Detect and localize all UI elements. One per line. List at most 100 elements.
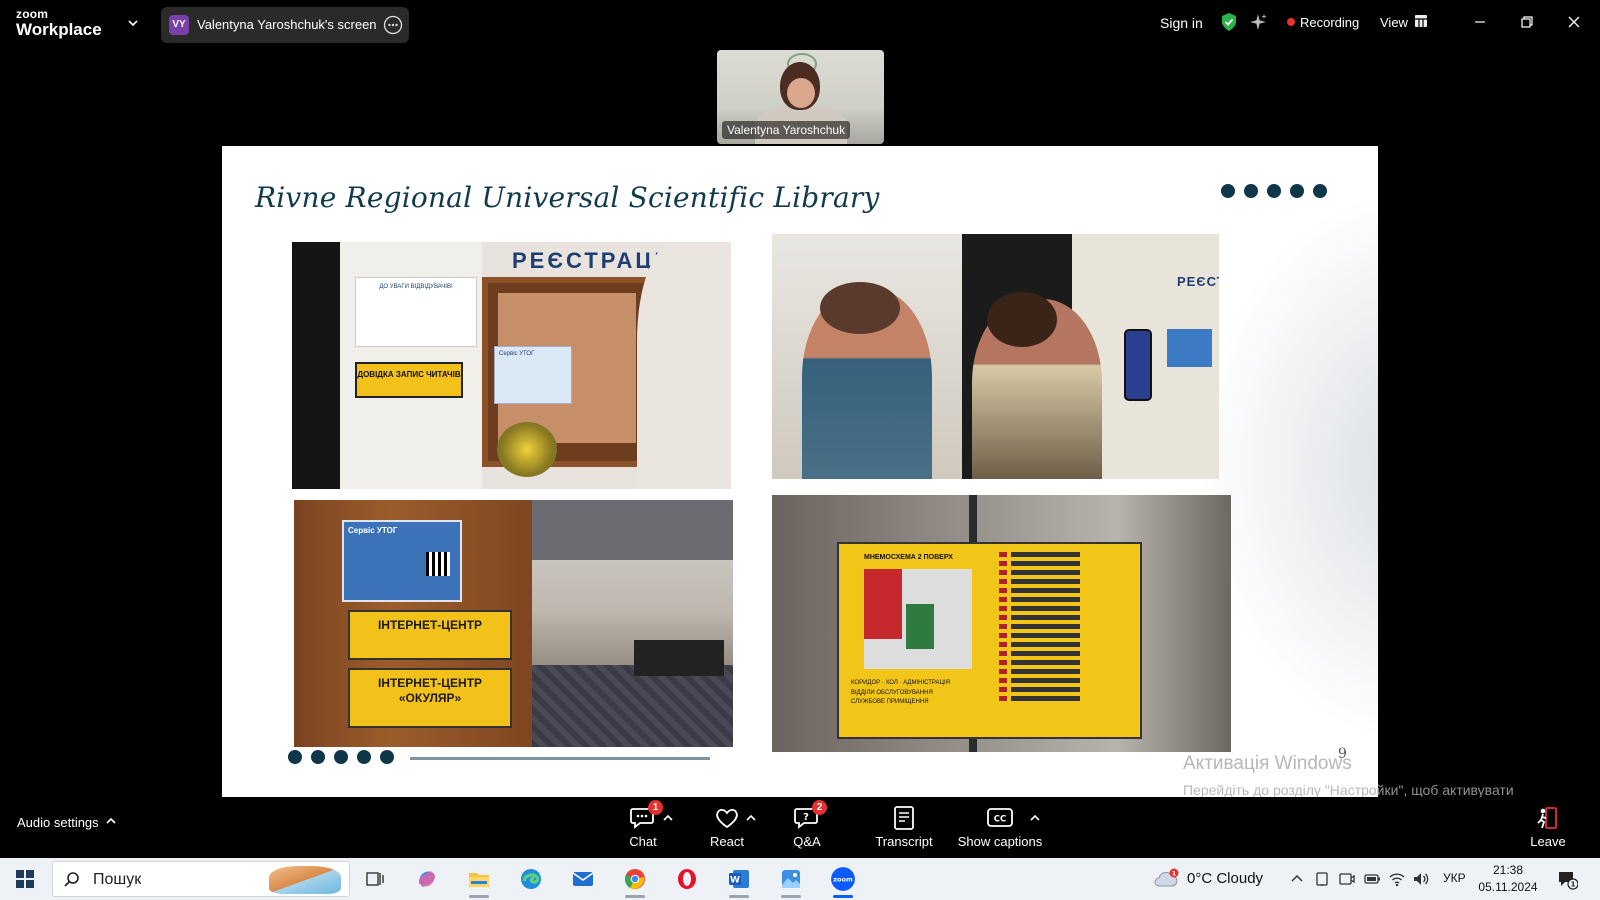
smartphone [1124,329,1152,401]
notification-count: 1 [1571,881,1576,889]
grid-view-icon[interactable] [1414,14,1428,28]
participant-video-thumbnail[interactable]: Valentyna Yaroshchuk [717,50,884,144]
device-icon[interactable] [1313,870,1331,888]
more-options-icon[interactable] [383,15,403,35]
transcript-icon [890,805,918,831]
chat-button[interactable]: 1 Chat [618,800,668,849]
svg-text:CC: CC [994,815,1006,825]
screen-share-label: Valentyna Yaroshchuk's screen [197,17,377,32]
plate-label-line2: «ОКУЛЯР» [398,691,462,705]
leave-label: Leave [1530,834,1566,849]
svg-text:W: W [730,876,740,886]
copilot-icon[interactable] [411,864,443,894]
computer-desk [634,640,724,676]
taskbar-search-box[interactable]: Пошук [52,861,350,897]
encryption-shield-icon[interactable] [1220,12,1238,32]
zoom-brand-top: zoom [16,7,49,21]
chat-icon: 1 [629,800,663,831]
recording-indicator[interactable]: Recording [1287,15,1359,30]
zoom-app-icon[interactable]: zoom [827,864,859,898]
screen-share-indicator[interactable]: VY Valentyna Yaroshchuk's screen [161,7,409,43]
cloudy-weather-icon[interactable]: 1 [1153,868,1179,890]
qa-label: Q&A [793,834,821,849]
floor-plan-map [864,569,972,669]
ai-companion-icon[interactable] [1249,13,1267,31]
chevron-up-icon[interactable] [745,812,757,824]
photo-video-call-demo: РЕЄСТР [772,234,1219,479]
battery-icon[interactable] [1363,870,1381,888]
task-view-icon[interactable] [359,864,391,894]
meeting-controls-bar: Audio settings 1 Chat React ? 2 Q&A Tran… [0,797,1600,858]
wifi-icon[interactable] [1388,870,1406,888]
edge-browser-icon[interactable] [515,864,547,894]
recording-label: Recording [1300,15,1360,30]
slide-dots-decoration [288,750,394,764]
close-icon[interactable] [1564,12,1584,32]
qa-badge: 2 [812,800,827,815]
floor-plan-title: МНЕМОСХЕМА 2 ПОВЕРХ [864,554,953,561]
heart-icon [713,805,741,831]
utog-service-poster: Сервіс УТОГ [342,520,462,602]
leave-button[interactable]: Leave [1528,805,1568,849]
clock-date: 05.11.2024 [1478,880,1538,894]
chrome-icon[interactable] [619,864,651,898]
zoom-brand-bottom: Workplace [16,20,102,39]
captions-label: Show captions [957,834,1043,849]
chat-unread-badge: 1 [648,800,663,815]
plate-label: ІНТЕРНЕТ-ЦЕНТР [377,618,483,632]
svg-text:zoom: zoom [833,876,853,884]
view-menu-label[interactable]: View [1380,15,1408,30]
meet-now-icon[interactable] [1338,870,1356,888]
poster-label: Сервіс УТОГ [348,526,398,535]
shared-presentation-slide: Rivne Regional Universal Scientific Libr… [222,146,1378,797]
chevron-up-icon[interactable] [105,815,117,827]
chevron-up-icon[interactable] [662,812,674,824]
windows-taskbar: Пошук W zoom 1 0°C Cloudy УКР 21:38 05.1… [0,858,1600,900]
svg-text:?: ? [803,812,809,823]
photo-registration-desk: РЕЄСТРАЦІ ДО УВАГИ ВІДВІДУВАЧІВ! ДОВІДКА… [292,242,731,489]
chevron-down-icon[interactable] [126,16,140,30]
participant-name-label: Valentyna Yaroshchuk [722,121,851,139]
floor-plan-legend [999,552,1134,730]
plate-label-line1: ІНТЕРНЕТ-ЦЕНТР [377,676,483,690]
visitor-notice: ДО УВАГИ ВІДВІДУВАЧІВ! [355,277,477,347]
registration-sign: РЕЄСТРАЦІ [512,248,664,273]
mail-icon[interactable] [567,864,599,894]
file-explorer-icon[interactable] [463,864,495,898]
notification-center-icon[interactable]: 1 [1556,868,1578,890]
speaker-icon[interactable] [1412,870,1430,888]
word-icon[interactable]: W [723,864,755,898]
qa-button[interactable]: ? 2 Q&A [785,800,829,849]
opera-icon[interactable] [671,864,703,894]
input-language[interactable]: УКР [1443,871,1466,885]
transcript-button[interactable]: Transcript [866,805,942,849]
weather-alert-badge: 1 [1172,870,1177,878]
slide-dots-decoration [1221,184,1327,198]
slide-title: Rivne Regional Universal Scientific Libr… [255,181,880,214]
tactile-floor-plan: МНЕМОСХЕМА 2 ПОВЕРХ КОРИДОР · ХОЛ · АДМІ… [837,542,1142,739]
chevron-up-icon[interactable] [1288,870,1306,888]
search-highlight-image [269,866,341,894]
sign-in-link[interactable]: Sign in [1160,15,1203,31]
search-icon [64,872,79,887]
clock-time: 21:38 [1492,863,1524,877]
presenter-avatar: VY [169,15,189,35]
wall-poster [1167,329,1212,367]
qa-icon: ? 2 [793,800,827,831]
restore-icon[interactable] [1517,12,1537,32]
qr-code-icon [426,552,450,576]
leave-icon [1534,805,1562,831]
weather-label[interactable]: 0°C Cloudy [1187,870,1263,887]
photos-icon[interactable] [775,864,807,898]
transcript-label: Transcript [875,834,933,849]
reader-registration-plate: ДОВІДКА ЗАПИС ЧИТАЧІВ [355,362,463,398]
recording-dot-icon [1287,18,1295,26]
taskbar-clock[interactable]: 21:38 05.11.2024 [1478,862,1538,896]
internet-centre-plate: ІНТЕРНЕТ-ЦЕНТР [348,610,512,660]
audio-settings-button[interactable]: Audio settings [17,815,99,830]
minimize-icon[interactable] [1470,12,1490,32]
floor-plan-key: КОРИДОР · ХОЛ · АДМІНІСТРАЦІЯ ВІДДІЛИ ОБ… [851,680,950,706]
chevron-up-icon[interactable] [1029,812,1041,824]
utog-service-poster: Сервіс УТОГ [494,346,572,404]
windows-start-icon[interactable] [16,870,34,888]
